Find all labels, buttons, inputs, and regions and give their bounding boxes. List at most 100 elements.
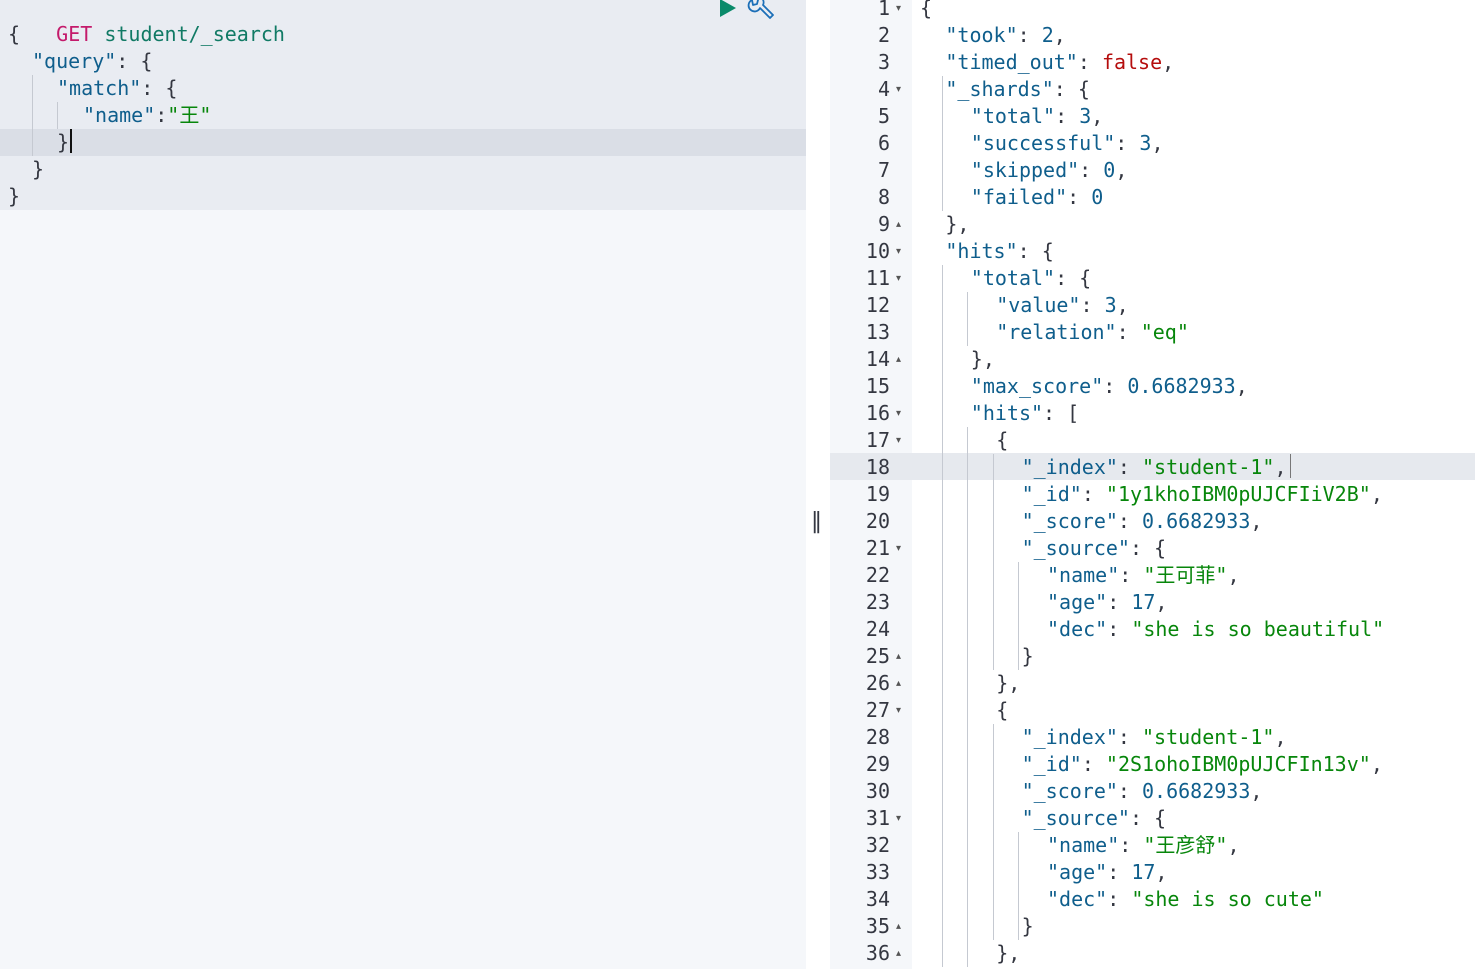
response-line[interactable]: "hits": {	[945, 238, 1053, 265]
response-line[interactable]: {	[920, 0, 932, 22]
response-line[interactable]: },	[945, 211, 969, 238]
wrench-icon[interactable]	[746, 0, 774, 22]
code-punctuation: :	[1107, 617, 1132, 641]
response-line[interactable]: "successful": 3,	[971, 130, 1164, 157]
request-body-line[interactable]: {	[8, 21, 20, 48]
code-punctuation: ,	[1155, 590, 1168, 614]
line-number: 15	[865, 374, 890, 398]
fold-toggle-icon[interactable]: ▾	[896, 265, 901, 292]
response-line[interactable]: "max_score": 0.6682933,	[971, 373, 1248, 400]
response-line[interactable]: "_score": 0.6682933,	[1022, 778, 1263, 805]
indent-guide	[942, 265, 943, 967]
response-line[interactable]: "dec": "she is so beautiful"	[1047, 616, 1384, 643]
response-line[interactable]: "total": {	[971, 265, 1091, 292]
indent-guide	[1018, 562, 1019, 670]
response-line[interactable]: "took": 2,	[945, 22, 1065, 49]
fold-toggle-icon[interactable]: ▾	[896, 400, 901, 427]
response-line[interactable]: "_score": 0.6682933,	[1022, 508, 1263, 535]
fold-toggle-icon[interactable]: ▾	[896, 427, 901, 454]
unfold-toggle-icon[interactable]: ▴	[896, 346, 901, 373]
response-line[interactable]: "name": "王彦舒",	[1047, 832, 1239, 859]
request-editor[interactable]: GET student/_search { "query": { "match"…	[0, 0, 806, 969]
response-line[interactable]: "age": 17,	[1047, 589, 1167, 616]
indent-guide	[967, 292, 968, 346]
json-number-value: 0.6682933	[1142, 509, 1251, 533]
code-punctuation: ,	[1370, 482, 1383, 506]
line-number: 20	[865, 509, 890, 533]
fold-toggle-icon[interactable]: ▾	[896, 238, 901, 265]
line-number: 12	[865, 293, 890, 317]
code-punctuation: : {	[1129, 536, 1167, 560]
line-number: 6	[877, 131, 890, 155]
code-punctuation: }	[1021, 644, 1034, 668]
response-line[interactable]: "dec": "she is so cute"	[1047, 886, 1324, 913]
code-punctuation: {	[996, 428, 1009, 452]
fold-toggle-icon[interactable]: ▾	[896, 697, 901, 724]
response-line[interactable]: {	[996, 427, 1008, 454]
request-body-line[interactable]: }	[32, 156, 44, 183]
json-key: "failed"	[970, 185, 1068, 209]
response-line[interactable]: },	[996, 670, 1020, 697]
response-line[interactable]: "hits": [	[971, 400, 1079, 427]
json-number-value: 3	[1079, 104, 1092, 128]
unfold-toggle-icon[interactable]: ▴	[896, 211, 901, 238]
line-number: 27	[865, 698, 890, 722]
response-line[interactable]: "_index": "student-1",	[1022, 724, 1287, 751]
response-line[interactable]: "_shards": {	[945, 76, 1090, 103]
response-line[interactable]: "timed_out": false,	[945, 49, 1174, 76]
response-line[interactable]: "age": 17,	[1047, 859, 1167, 886]
request-body-line[interactable]: "match": {	[57, 75, 177, 102]
response-line[interactable]: "_index": "student-1",	[1022, 454, 1291, 481]
response-line[interactable]: "relation": "eq"	[996, 319, 1189, 346]
unfold-toggle-icon[interactable]: ▴	[896, 670, 901, 697]
response-line[interactable]: "_source": {	[1022, 805, 1167, 832]
response-line[interactable]: "total": 3,	[971, 103, 1103, 130]
code-punctuation: ,	[1151, 131, 1164, 155]
json-number-value: 3	[1104, 293, 1117, 317]
response-line[interactable]: "_id": "2S1ohoIBM0pUJCFIn13v",	[1022, 751, 1383, 778]
json-key: "total"	[970, 104, 1056, 128]
request-body-line[interactable]: }	[57, 129, 73, 156]
code-punctuation: {	[996, 698, 1009, 722]
code-punctuation: {	[920, 0, 933, 20]
response-line[interactable]: "name": "王可菲",	[1047, 562, 1239, 589]
response-line[interactable]: }	[1022, 913, 1034, 940]
response-line[interactable]: "_source": {	[1022, 535, 1167, 562]
fold-toggle-icon[interactable]: ▾	[896, 535, 901, 562]
request-body-line[interactable]: }	[8, 183, 20, 210]
response-line[interactable]: },	[971, 346, 995, 373]
response-line[interactable]: }	[1022, 643, 1034, 670]
fold-toggle-icon[interactable]: ▾	[896, 805, 901, 832]
json-key: "_source"	[1021, 806, 1130, 830]
request-line[interactable]: GET student/_search	[8, 0, 285, 46]
indent-guide	[942, 76, 943, 211]
response-line[interactable]: {	[996, 697, 1008, 724]
json-key: "dec"	[1047, 887, 1108, 911]
code-punctuation: :	[1079, 158, 1104, 182]
json-string-value: "王"	[167, 103, 212, 127]
unfold-toggle-icon[interactable]: ▴	[896, 940, 901, 967]
resize-handle-icon[interactable]: ‖	[811, 510, 822, 534]
play-icon[interactable]	[717, 0, 739, 20]
code-punctuation: :	[1107, 590, 1132, 614]
unfold-toggle-icon[interactable]: ▴	[896, 643, 901, 670]
response-line[interactable]: },	[996, 940, 1020, 967]
request-body-line[interactable]: "query": {	[32, 48, 152, 75]
request-body-line[interactable]: "name":"王"	[83, 102, 211, 129]
response-line[interactable]: "failed": 0	[971, 184, 1103, 211]
line-number: 5	[877, 104, 890, 128]
json-string-value: "1y1khoIBM0pUJCFIiV2B"	[1105, 482, 1371, 506]
json-key: "name"	[1047, 563, 1120, 587]
unfold-toggle-icon[interactable]: ▴	[896, 913, 901, 940]
fold-toggle-icon[interactable]: ▾	[896, 76, 901, 103]
json-key: "_source"	[1021, 536, 1130, 560]
code-punctuation: ,	[1115, 158, 1128, 182]
code-punctuation: ,	[1053, 23, 1066, 47]
pane-resizer[interactable]	[806, 0, 830, 969]
response-line[interactable]: "value": 3,	[996, 292, 1128, 319]
line-number: 31	[865, 806, 890, 830]
response-line[interactable]: "_id": "1y1khoIBM0pUJCFIiV2B",	[1022, 481, 1383, 508]
json-string-value: "she is so beautiful"	[1131, 617, 1385, 641]
fold-toggle-icon[interactable]: ▾	[896, 0, 901, 22]
response-line[interactable]: "skipped": 0,	[971, 157, 1128, 184]
